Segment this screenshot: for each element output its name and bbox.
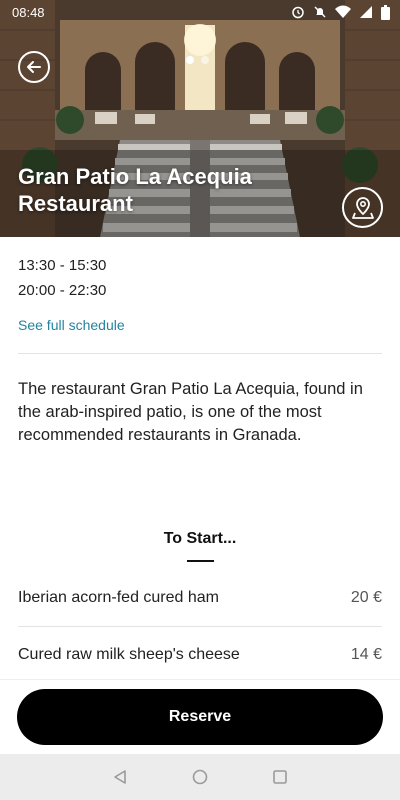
reserve-bar: Reserve [0,679,400,754]
divider [18,353,382,354]
battery-icon [381,4,390,20]
hero-image: 08:48 Gran Patio La Acequia Restaurant [0,0,400,237]
divider [18,626,382,627]
schedule-slot: 13:30 - 15:30 [18,257,107,274]
alarm-icon [292,6,304,19]
back-button[interactable] [18,51,50,83]
restaurant-title: Gran Patio La Acequia Restaurant [18,164,252,216]
system-navigation-bar [0,754,400,800]
arrow-left-icon [27,61,41,73]
nav-home-icon[interactable] [192,769,208,785]
restaurant-description: The restaurant Gran Patio La Acequia, fo… [18,380,363,444]
opening-hours: 13:30 - 15:30 20:00 - 22:30 [18,253,106,303]
menu-item: Iberian acorn-fed cured ham 20 € [18,589,382,607]
carousel-dot[interactable] [201,56,209,64]
map-pin-icon [351,196,374,219]
menu-item-name: Iberian acorn-fed cured ham [18,589,219,606]
menu-item-price: 20 € [350,589,382,606]
carousel-dot-active[interactable] [186,56,194,64]
status-time: 08:48 [12,4,45,20]
map-button[interactable] [342,187,383,228]
notifications-off-icon [314,6,326,18]
status-bar: 08:48 [0,0,400,24]
see-full-schedule-link[interactable]: See full schedule [18,317,125,333]
menu-item: Cured raw milk sheep's cheese 14 € [18,646,382,664]
reserve-button[interactable]: Reserve [17,689,383,745]
carousel-indicator [186,56,209,64]
menu-item-name: Cured raw milk sheep's cheese [18,646,240,663]
signal-icon [360,6,372,18]
menu-item-price: 14 € [350,646,382,663]
wifi-icon [335,5,351,18]
nav-back-icon[interactable] [112,769,128,785]
schedule-slot: 20:00 - 22:30 [18,282,107,299]
section-underline [187,560,214,562]
menu-section-title: To Start... [163,530,237,547]
nav-recents-icon[interactable] [272,769,288,785]
